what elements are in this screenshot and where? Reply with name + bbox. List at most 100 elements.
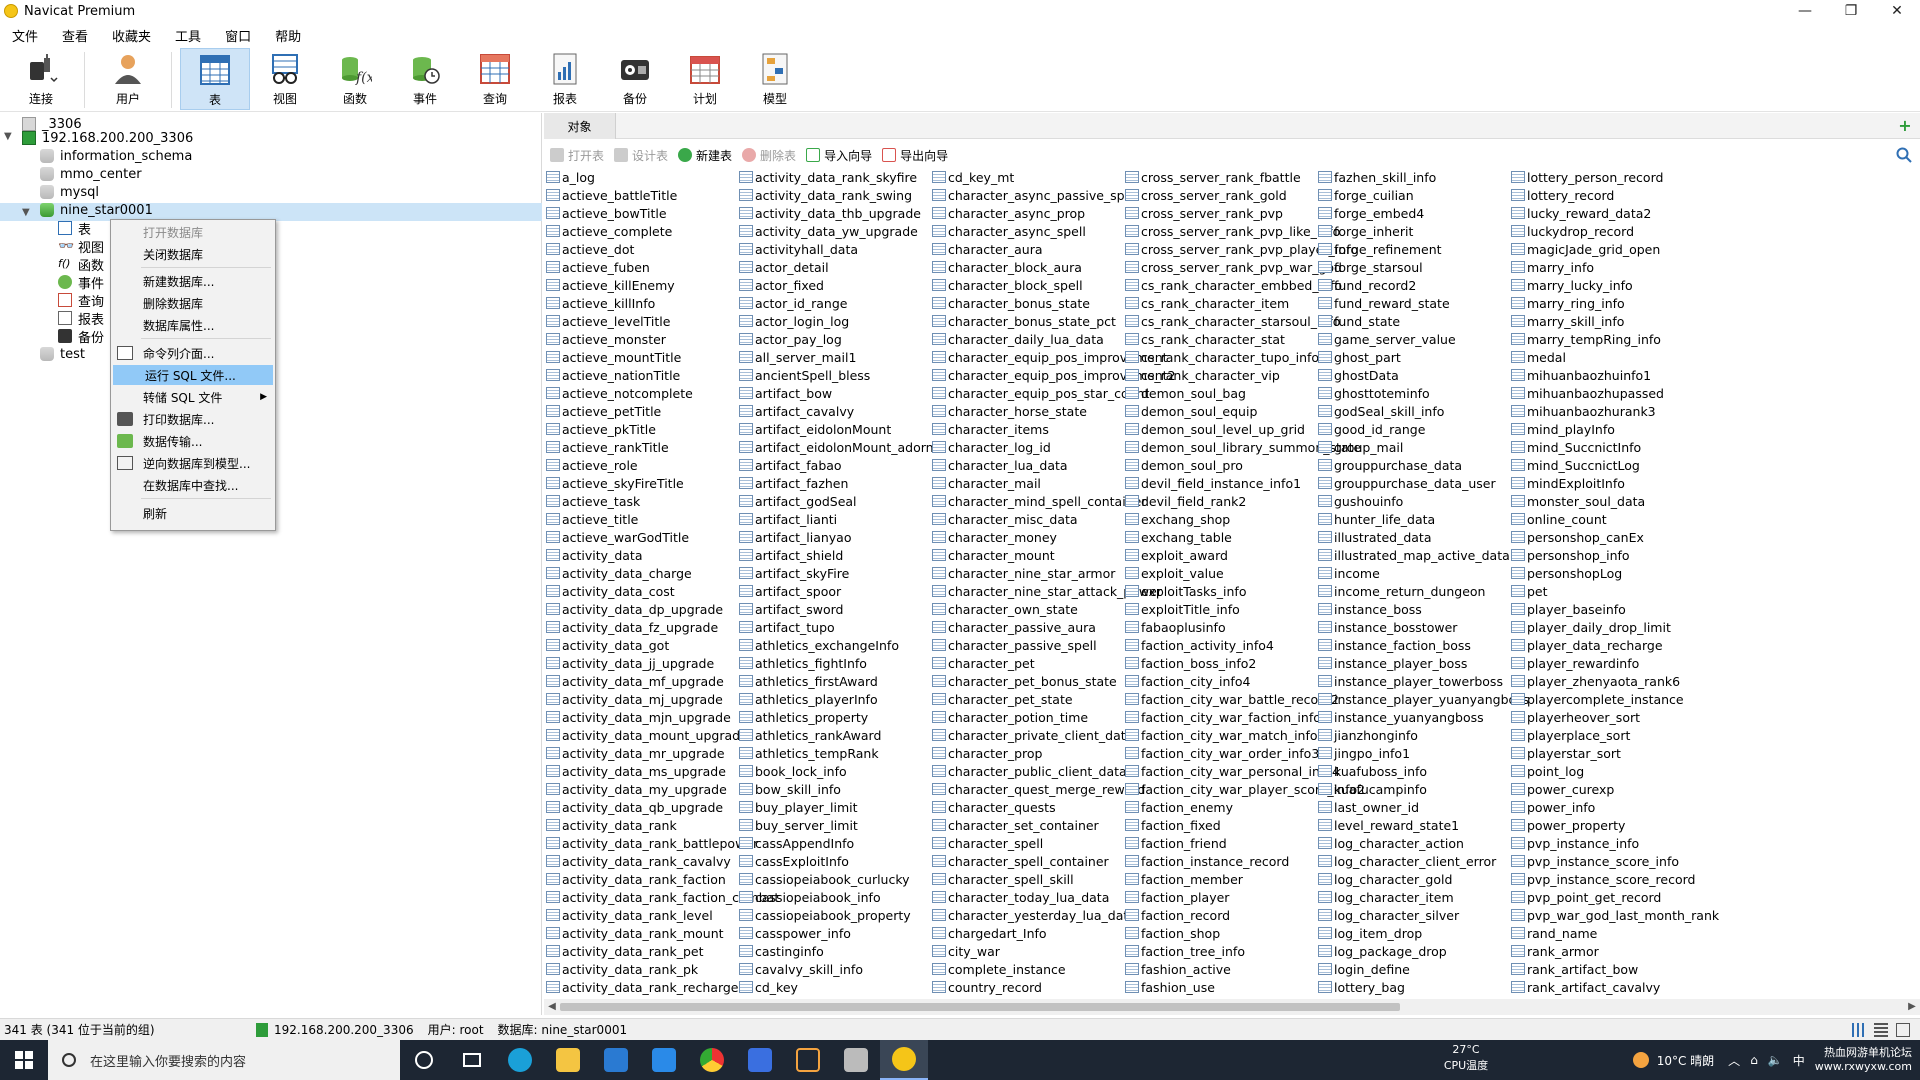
- table-item[interactable]: player_data_recharge: [1509, 636, 1745, 654]
- table-item[interactable]: lucky_reward_data2: [1509, 204, 1745, 222]
- close-button[interactable]: ✕: [1874, 0, 1920, 22]
- ctx-find-in-database[interactable]: 在数据库中查找...: [111, 475, 275, 495]
- taskbar-search[interactable]: 在这里输入你要搜索的内容: [48, 1040, 400, 1080]
- table-item[interactable]: playerstar_sort: [1509, 744, 1745, 762]
- design-table-button[interactable]: 设计表: [614, 147, 668, 164]
- table-item[interactable]: playerplace_sort: [1509, 726, 1745, 744]
- toolbar-report-button[interactable]: 报表: [530, 48, 600, 110]
- new-table-button[interactable]: 新建表: [678, 147, 732, 164]
- table-item[interactable]: player_baseinfo: [1509, 600, 1745, 618]
- table-item[interactable]: luckydrop_record: [1509, 222, 1745, 240]
- toolbar-schedule-button[interactable]: 计划: [670, 48, 740, 110]
- ctx-refresh[interactable]: 刷新: [111, 503, 275, 523]
- table-item[interactable]: online_count: [1509, 510, 1745, 528]
- table-item[interactable]: marry_ring_info: [1509, 294, 1745, 312]
- tree-db-information-schema[interactable]: information_schema: [40, 147, 192, 165]
- table-item[interactable]: lottery_person_record: [1509, 168, 1745, 186]
- ctx-open-database[interactable]: 打开数据库: [111, 222, 275, 242]
- tree-child-functions[interactable]: f() 函数: [58, 255, 104, 274]
- edge-button[interactable]: [496, 1040, 544, 1080]
- grid-view-icon[interactable]: [1896, 1023, 1910, 1037]
- table-item[interactable]: mind_SuccnictLog: [1509, 456, 1745, 474]
- ctx-dump-sql-file[interactable]: 转储 SQL 文件: [111, 387, 275, 407]
- weather-text[interactable]: 10°C 晴朗: [1657, 1052, 1714, 1069]
- table-item[interactable]: medal: [1509, 348, 1745, 366]
- table-item[interactable]: marry_tempRing_info: [1509, 330, 1745, 348]
- open-table-button[interactable]: 打开表: [550, 147, 604, 164]
- tree-db-mysql[interactable]: mysql: [40, 183, 99, 201]
- ctx-print-database[interactable]: 打印数据库...: [111, 409, 275, 429]
- explorer-button[interactable]: [544, 1040, 592, 1080]
- tree-child-views[interactable]: 👓 视图: [58, 237, 104, 256]
- app-calc-button[interactable]: [832, 1040, 880, 1080]
- table-item[interactable]: player_rewardinfo: [1509, 654, 1745, 672]
- table-item[interactable]: power_info: [1509, 798, 1745, 816]
- detail-view-icon[interactable]: [1874, 1023, 1888, 1037]
- import-wizard-button[interactable]: 导入向导: [806, 147, 872, 164]
- tree-expand-arrow[interactable]: ▼: [22, 207, 32, 218]
- menu-view[interactable]: 查看: [50, 26, 100, 45]
- table-item[interactable]: player_daily_drop_limit: [1509, 618, 1745, 636]
- ctx-database-properties[interactable]: 数据库属性...: [111, 315, 275, 335]
- ctx-close-database[interactable]: 关闭数据库: [111, 244, 275, 264]
- tree-expand-arrow[interactable]: ▼: [4, 131, 14, 142]
- list-view-icon[interactable]: [1852, 1023, 1866, 1037]
- toolbar-table-button[interactable]: 表: [180, 48, 250, 110]
- table-item[interactable]: point_log: [1509, 762, 1745, 780]
- store-button[interactable]: [592, 1040, 640, 1080]
- mail-button[interactable]: [640, 1040, 688, 1080]
- table-item[interactable]: pet: [1509, 582, 1745, 600]
- tree-db-test[interactable]: test: [40, 345, 85, 363]
- toolbar-function-button[interactable]: f(x) 函数: [320, 48, 390, 110]
- table-item[interactable]: marry_info: [1509, 258, 1745, 276]
- table-item[interactable]: marry_lucky_info: [1509, 276, 1745, 294]
- table-item[interactable]: mihuanbaozhurank3: [1509, 402, 1745, 420]
- tree-child-backups[interactable]: 备份: [58, 327, 104, 346]
- scrollbar-thumb[interactable]: [560, 1003, 1400, 1011]
- scroll-left-icon[interactable]: ◀: [544, 999, 560, 1015]
- table-item[interactable]: mihuanbaozhupassed: [1509, 384, 1745, 402]
- navicat-taskbar-button[interactable]: [880, 1040, 928, 1080]
- ctx-delete-database[interactable]: 删除数据库: [111, 293, 275, 313]
- table-item[interactable]: pvp_instance_info: [1509, 834, 1745, 852]
- tree-child-tables[interactable]: 表: [58, 219, 91, 238]
- maximize-button[interactable]: ❐: [1828, 0, 1874, 22]
- menu-help[interactable]: 帮助: [263, 26, 313, 45]
- table-item[interactable]: monster_soul_data: [1509, 492, 1745, 510]
- table-item[interactable]: mihuanbaozhuinfo1: [1509, 366, 1745, 384]
- table-item[interactable]: pvp_war_god_last_month_rank: [1509, 906, 1745, 924]
- toolbar-query-button[interactable]: 查询: [460, 48, 530, 110]
- table-item[interactable]: mindExploitInfo: [1509, 474, 1745, 492]
- table-item[interactable]: power_property: [1509, 816, 1745, 834]
- toolbar-model-button[interactable]: 模型: [740, 48, 810, 110]
- tree-connection-remote[interactable]: 192.168.200.200_3306: [22, 129, 193, 147]
- menu-tools[interactable]: 工具: [163, 26, 213, 45]
- table-item[interactable]: rank_artifact_cavalvy: [1509, 978, 1745, 996]
- tray-chevron-icon[interactable]: ︿: [1728, 1052, 1740, 1069]
- menu-favorites[interactable]: 收藏夹: [100, 26, 163, 45]
- table-item[interactable]: mind_SuccnictInfo: [1509, 438, 1745, 456]
- toolbar-event-button[interactable]: 事件: [390, 48, 460, 110]
- ctx-data-transfer[interactable]: 数据传输...: [111, 431, 275, 451]
- toolbar-user-button[interactable]: 用户: [93, 48, 163, 110]
- app-window-button[interactable]: [784, 1040, 832, 1080]
- tree-db-mmo-center[interactable]: mmo_center: [40, 165, 142, 183]
- table-item[interactable]: pvp_instance_score_info: [1509, 852, 1745, 870]
- tree-child-events[interactable]: 事件: [58, 273, 104, 292]
- task-view-button[interactable]: [448, 1040, 496, 1080]
- scroll-right-icon[interactable]: ▶: [1904, 999, 1920, 1015]
- ctx-reverse-to-model[interactable]: 逆向数据库到模型...: [111, 453, 275, 473]
- tree-child-queries[interactable]: 查询: [58, 291, 104, 310]
- menu-window[interactable]: 窗口: [213, 26, 263, 45]
- table-item[interactable]: pvp_point_get_record: [1509, 888, 1745, 906]
- toolbar-backup-button[interactable]: 备份: [600, 48, 670, 110]
- table-item[interactable]: personshopLog: [1509, 564, 1745, 582]
- table-item[interactable]: marry_skill_info: [1509, 312, 1745, 330]
- table-item[interactable]: power_curexp: [1509, 780, 1745, 798]
- export-wizard-button[interactable]: 导出向导: [882, 147, 948, 164]
- table-item[interactable]: playerheover_sort: [1509, 708, 1745, 726]
- table-item[interactable]: pvp_instance_score_record: [1509, 870, 1745, 888]
- menu-file[interactable]: 文件: [0, 26, 50, 45]
- volume-icon[interactable]: 🔈: [1768, 1053, 1783, 1067]
- delete-table-button[interactable]: 删除表: [742, 147, 796, 164]
